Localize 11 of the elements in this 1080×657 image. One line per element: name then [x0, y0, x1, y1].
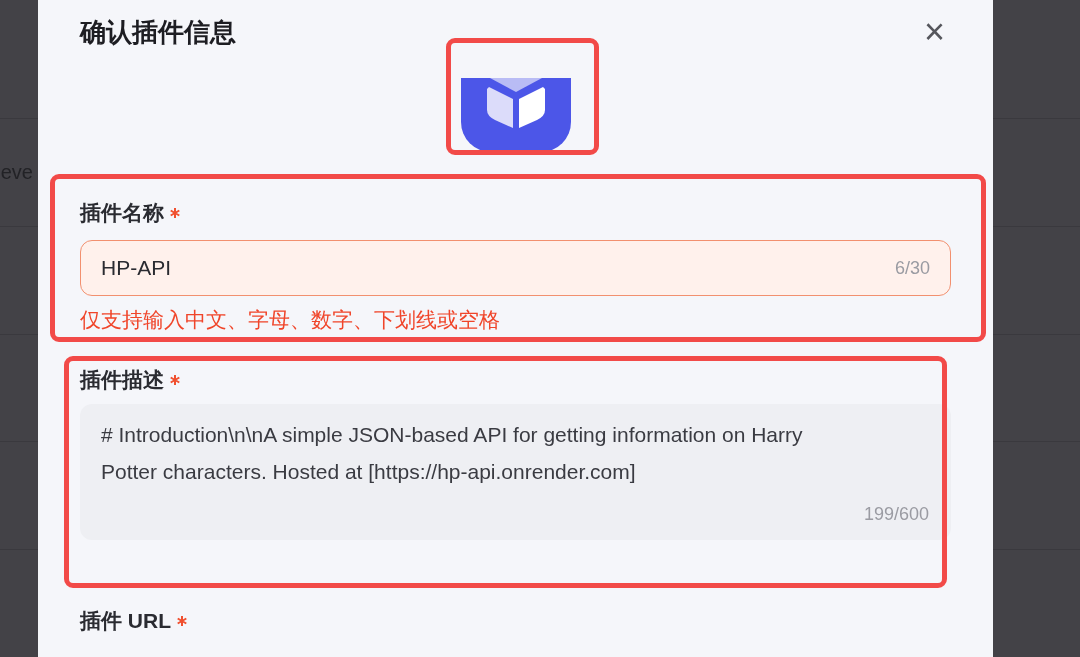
dialog-title: 确认插件信息 [80, 15, 236, 49]
char-counter: 6/30 [894, 256, 930, 280]
field-label: 插件描述 [80, 367, 164, 394]
description-textarea[interactable]: # Introduction\n\nA simple JSON-based API for getting information on Harry Potter characters. Hosted at [https://hp-api.onrender.com] 199/600 [80, 404, 951, 540]
field-label: 插件 URL [80, 608, 171, 635]
plugin-icon [460, 78, 571, 152]
char-counter: 199/600 [863, 503, 929, 526]
close-button[interactable]: × [923, 14, 945, 50]
name-input-field[interactable]: HP-API 6/30 [80, 240, 951, 296]
field-label: 插件名称 [80, 200, 164, 227]
error-message: 仅支持输入中文、字母、数字、下划线或空格 [80, 307, 501, 333]
